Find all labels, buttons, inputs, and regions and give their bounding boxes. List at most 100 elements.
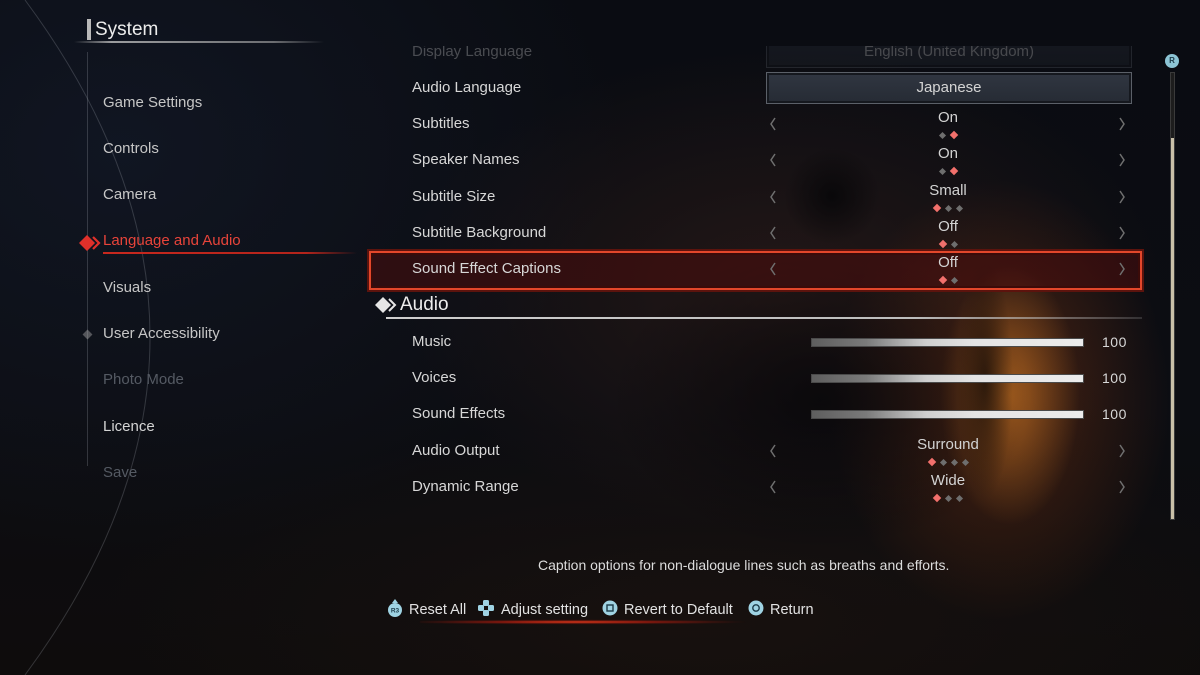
chevron-left-icon[interactable] bbox=[769, 480, 777, 494]
option-dot-active bbox=[949, 166, 958, 176]
voices-slider[interactable] bbox=[811, 374, 1084, 383]
option-dot bbox=[950, 240, 958, 248]
option-indicator bbox=[848, 130, 1048, 140]
slider-fill bbox=[812, 339, 1083, 346]
setting-label: Speaker Names bbox=[412, 151, 520, 168]
setting-value: Wide bbox=[930, 472, 966, 489]
setting-value: On bbox=[937, 145, 958, 162]
option-dot bbox=[955, 204, 964, 212]
setting-row-music[interactable]: Music 100 bbox=[0, 324, 1200, 360]
hint-label: Revert to Default bbox=[624, 602, 733, 618]
option-dot-active bbox=[927, 457, 936, 467]
slider-value: 100 bbox=[1102, 370, 1127, 386]
setting-row-sound-effects[interactable]: Sound Effects 100 bbox=[0, 396, 1200, 432]
option-indicator bbox=[848, 166, 1048, 176]
setting-row-subtitles[interactable]: Subtitles On bbox=[0, 106, 1200, 142]
setting-label: Subtitles bbox=[412, 115, 470, 132]
scrollbar-track[interactable] bbox=[1170, 72, 1175, 520]
r-stick-scroll-icon[interactable]: R bbox=[1165, 54, 1179, 68]
audio-language-dropdown[interactable]: Japanese bbox=[766, 72, 1132, 104]
setting-row-audio-output[interactable]: Audio Output Surround bbox=[0, 433, 1200, 469]
adjust-setting-button[interactable]: Adjust setting bbox=[477, 599, 589, 622]
slider-fill bbox=[812, 411, 1083, 418]
chevron-right-icon[interactable] bbox=[1118, 262, 1126, 276]
chevron-left-icon[interactable] bbox=[769, 153, 777, 167]
setting-label: Audio Language bbox=[412, 79, 522, 96]
hint-label: Return bbox=[770, 602, 814, 618]
setting-label: Subtitle Background bbox=[412, 224, 547, 241]
setting-label: Voices bbox=[412, 369, 457, 386]
section-divider bbox=[386, 317, 1142, 319]
option-indicator bbox=[848, 203, 1048, 213]
setting-row-dynamic-range[interactable]: Dynamic Range Wide bbox=[0, 469, 1200, 505]
hint-label: Reset All bbox=[409, 602, 467, 618]
setting-value: Off bbox=[938, 218, 958, 235]
slider-value: 100 bbox=[1102, 406, 1127, 422]
chevron-right-icon[interactable] bbox=[1118, 153, 1126, 167]
setting-value: Small bbox=[929, 182, 967, 199]
slider-fill bbox=[812, 375, 1083, 382]
option-indicator bbox=[848, 275, 1048, 285]
chevron-left-icon[interactable] bbox=[769, 226, 777, 240]
revert-to-default-button[interactable]: Revert to Default bbox=[602, 600, 733, 621]
setting-row-sound-effect-captions[interactable]: Sound Effect Captions Off bbox=[0, 251, 1200, 287]
title-divider bbox=[74, 41, 324, 43]
chevron-left-icon[interactable] bbox=[769, 190, 777, 204]
setting-description: Caption options for non-dialogue lines s… bbox=[538, 557, 950, 573]
settings-list: Display Language English (United Kingdom… bbox=[0, 46, 1200, 526]
option-dot-active bbox=[938, 239, 947, 249]
option-dot bbox=[944, 494, 953, 502]
option-dot bbox=[938, 167, 946, 175]
scrollbar-thumb[interactable] bbox=[1171, 137, 1174, 519]
setting-label: Music bbox=[412, 333, 452, 350]
setting-value: Off bbox=[938, 254, 958, 271]
setting-row-voices[interactable]: Voices 100 bbox=[0, 360, 1200, 396]
chevron-right-icon[interactable] bbox=[1118, 190, 1126, 204]
hint-bar-glow bbox=[420, 620, 765, 624]
setting-row-speaker-names[interactable]: Speaker Names On bbox=[0, 142, 1200, 178]
chevron-left-icon[interactable] bbox=[769, 444, 777, 458]
option-dot bbox=[955, 494, 964, 502]
setting-label: Sound Effects bbox=[412, 405, 506, 422]
r3-button-icon: R3 bbox=[387, 598, 403, 622]
square-button-icon bbox=[602, 600, 618, 621]
setting-label: Audio Output bbox=[412, 442, 500, 459]
setting-value: On bbox=[937, 109, 958, 126]
chevron-right-icon[interactable] bbox=[1118, 117, 1126, 131]
option-indicator bbox=[848, 457, 1048, 467]
chevron-left-icon[interactable] bbox=[769, 262, 777, 276]
setting-row-subtitle-size[interactable]: Subtitle Size Small bbox=[0, 179, 1200, 215]
option-dot-active bbox=[938, 275, 947, 285]
title-bar-accent bbox=[87, 19, 91, 40]
chevron-right-icon[interactable] bbox=[1118, 226, 1126, 240]
reset-all-button[interactable]: R3 Reset All bbox=[387, 598, 467, 622]
sound-effects-slider[interactable] bbox=[811, 410, 1084, 419]
setting-label: Display Language bbox=[412, 46, 533, 60]
slider-value: 100 bbox=[1102, 334, 1127, 350]
chevron-right-icon[interactable] bbox=[1118, 480, 1126, 494]
chevron-left-icon[interactable] bbox=[769, 117, 777, 131]
chevron-right-icon[interactable] bbox=[1118, 444, 1126, 458]
option-dot bbox=[961, 458, 969, 466]
option-dot bbox=[950, 458, 958, 466]
dpad-icon bbox=[477, 599, 495, 622]
section-diamond-icon bbox=[375, 297, 399, 318]
setting-row-audio-language[interactable]: Audio Language Japanese bbox=[0, 70, 1200, 106]
return-button[interactable]: Return bbox=[748, 600, 814, 619]
setting-row-display-language[interactable]: Display Language English (United Kingdom… bbox=[0, 46, 1200, 70]
setting-row-subtitle-background[interactable]: Subtitle Background Off bbox=[0, 215, 1200, 251]
hint-label: Adjust setting bbox=[501, 602, 589, 618]
option-indicator bbox=[848, 239, 1048, 249]
option-dot-active bbox=[932, 493, 942, 503]
option-dot bbox=[938, 131, 946, 139]
music-slider[interactable] bbox=[811, 338, 1084, 347]
display-language-dropdown[interactable]: English (United Kingdom) bbox=[766, 46, 1132, 68]
setting-label: Dynamic Range bbox=[412, 478, 519, 495]
setting-label: Sound Effect Captions bbox=[412, 260, 561, 277]
page-title: System bbox=[95, 19, 159, 40]
setting-label: Subtitle Size bbox=[412, 188, 496, 205]
option-indicator bbox=[848, 493, 1048, 503]
option-dot-active bbox=[932, 203, 942, 213]
option-dot bbox=[950, 276, 958, 284]
option-dot bbox=[939, 458, 947, 466]
